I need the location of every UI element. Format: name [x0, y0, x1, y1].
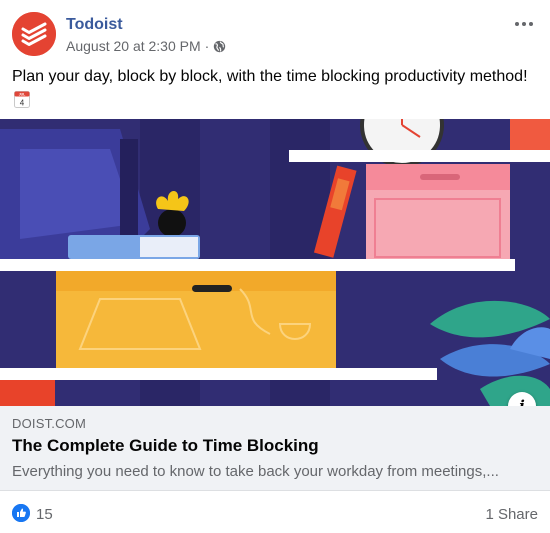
post-caption: Plan your day, block by block, with the …: [12, 68, 528, 85]
calendar-month: JUL: [19, 93, 26, 97]
calendar-day: 4: [20, 99, 25, 108]
link-title[interactable]: The Complete Guide to Time Blocking: [12, 436, 319, 456]
todoist-avatar[interactable]: [12, 12, 56, 56]
dot-icon: [529, 22, 533, 26]
link-domain: DOIST.COM: [12, 416, 87, 431]
calendar-icon: JUL 4: [14, 91, 30, 108]
like-count[interactable]: 15: [36, 506, 53, 523]
dot-icon: [515, 22, 519, 26]
link-preview-image[interactable]: [0, 119, 550, 406]
facebook-post: Todoist August 20 at 2:30 PM · Plan your…: [0, 0, 550, 533]
thumbs-up-icon: [12, 504, 30, 522]
post-meta: August 20 at 2:30 PM ·: [66, 38, 226, 54]
meta-separator: ·: [204, 38, 210, 54]
dot-icon: [522, 22, 526, 26]
todoist-logo-icon: [12, 12, 56, 56]
more-options-button[interactable]: [510, 14, 538, 34]
share-count[interactable]: 1 Share: [485, 506, 538, 523]
globe-icon[interactable]: [213, 40, 226, 53]
post-timestamp[interactable]: August 20 at 2:30 PM: [66, 38, 201, 54]
time-blocking-illustration: [0, 119, 550, 406]
post-header: Todoist August 20 at 2:30 PM ·: [12, 12, 538, 62]
author-name[interactable]: Todoist: [66, 16, 123, 34]
link-preview[interactable]: DOIST.COM The Complete Guide to Time Blo…: [0, 406, 550, 491]
link-description: Everything you need to know to take back…: [12, 463, 499, 480]
post-footer: 15 1 Share: [0, 491, 550, 533]
like-reaction-icon[interactable]: [12, 504, 30, 522]
